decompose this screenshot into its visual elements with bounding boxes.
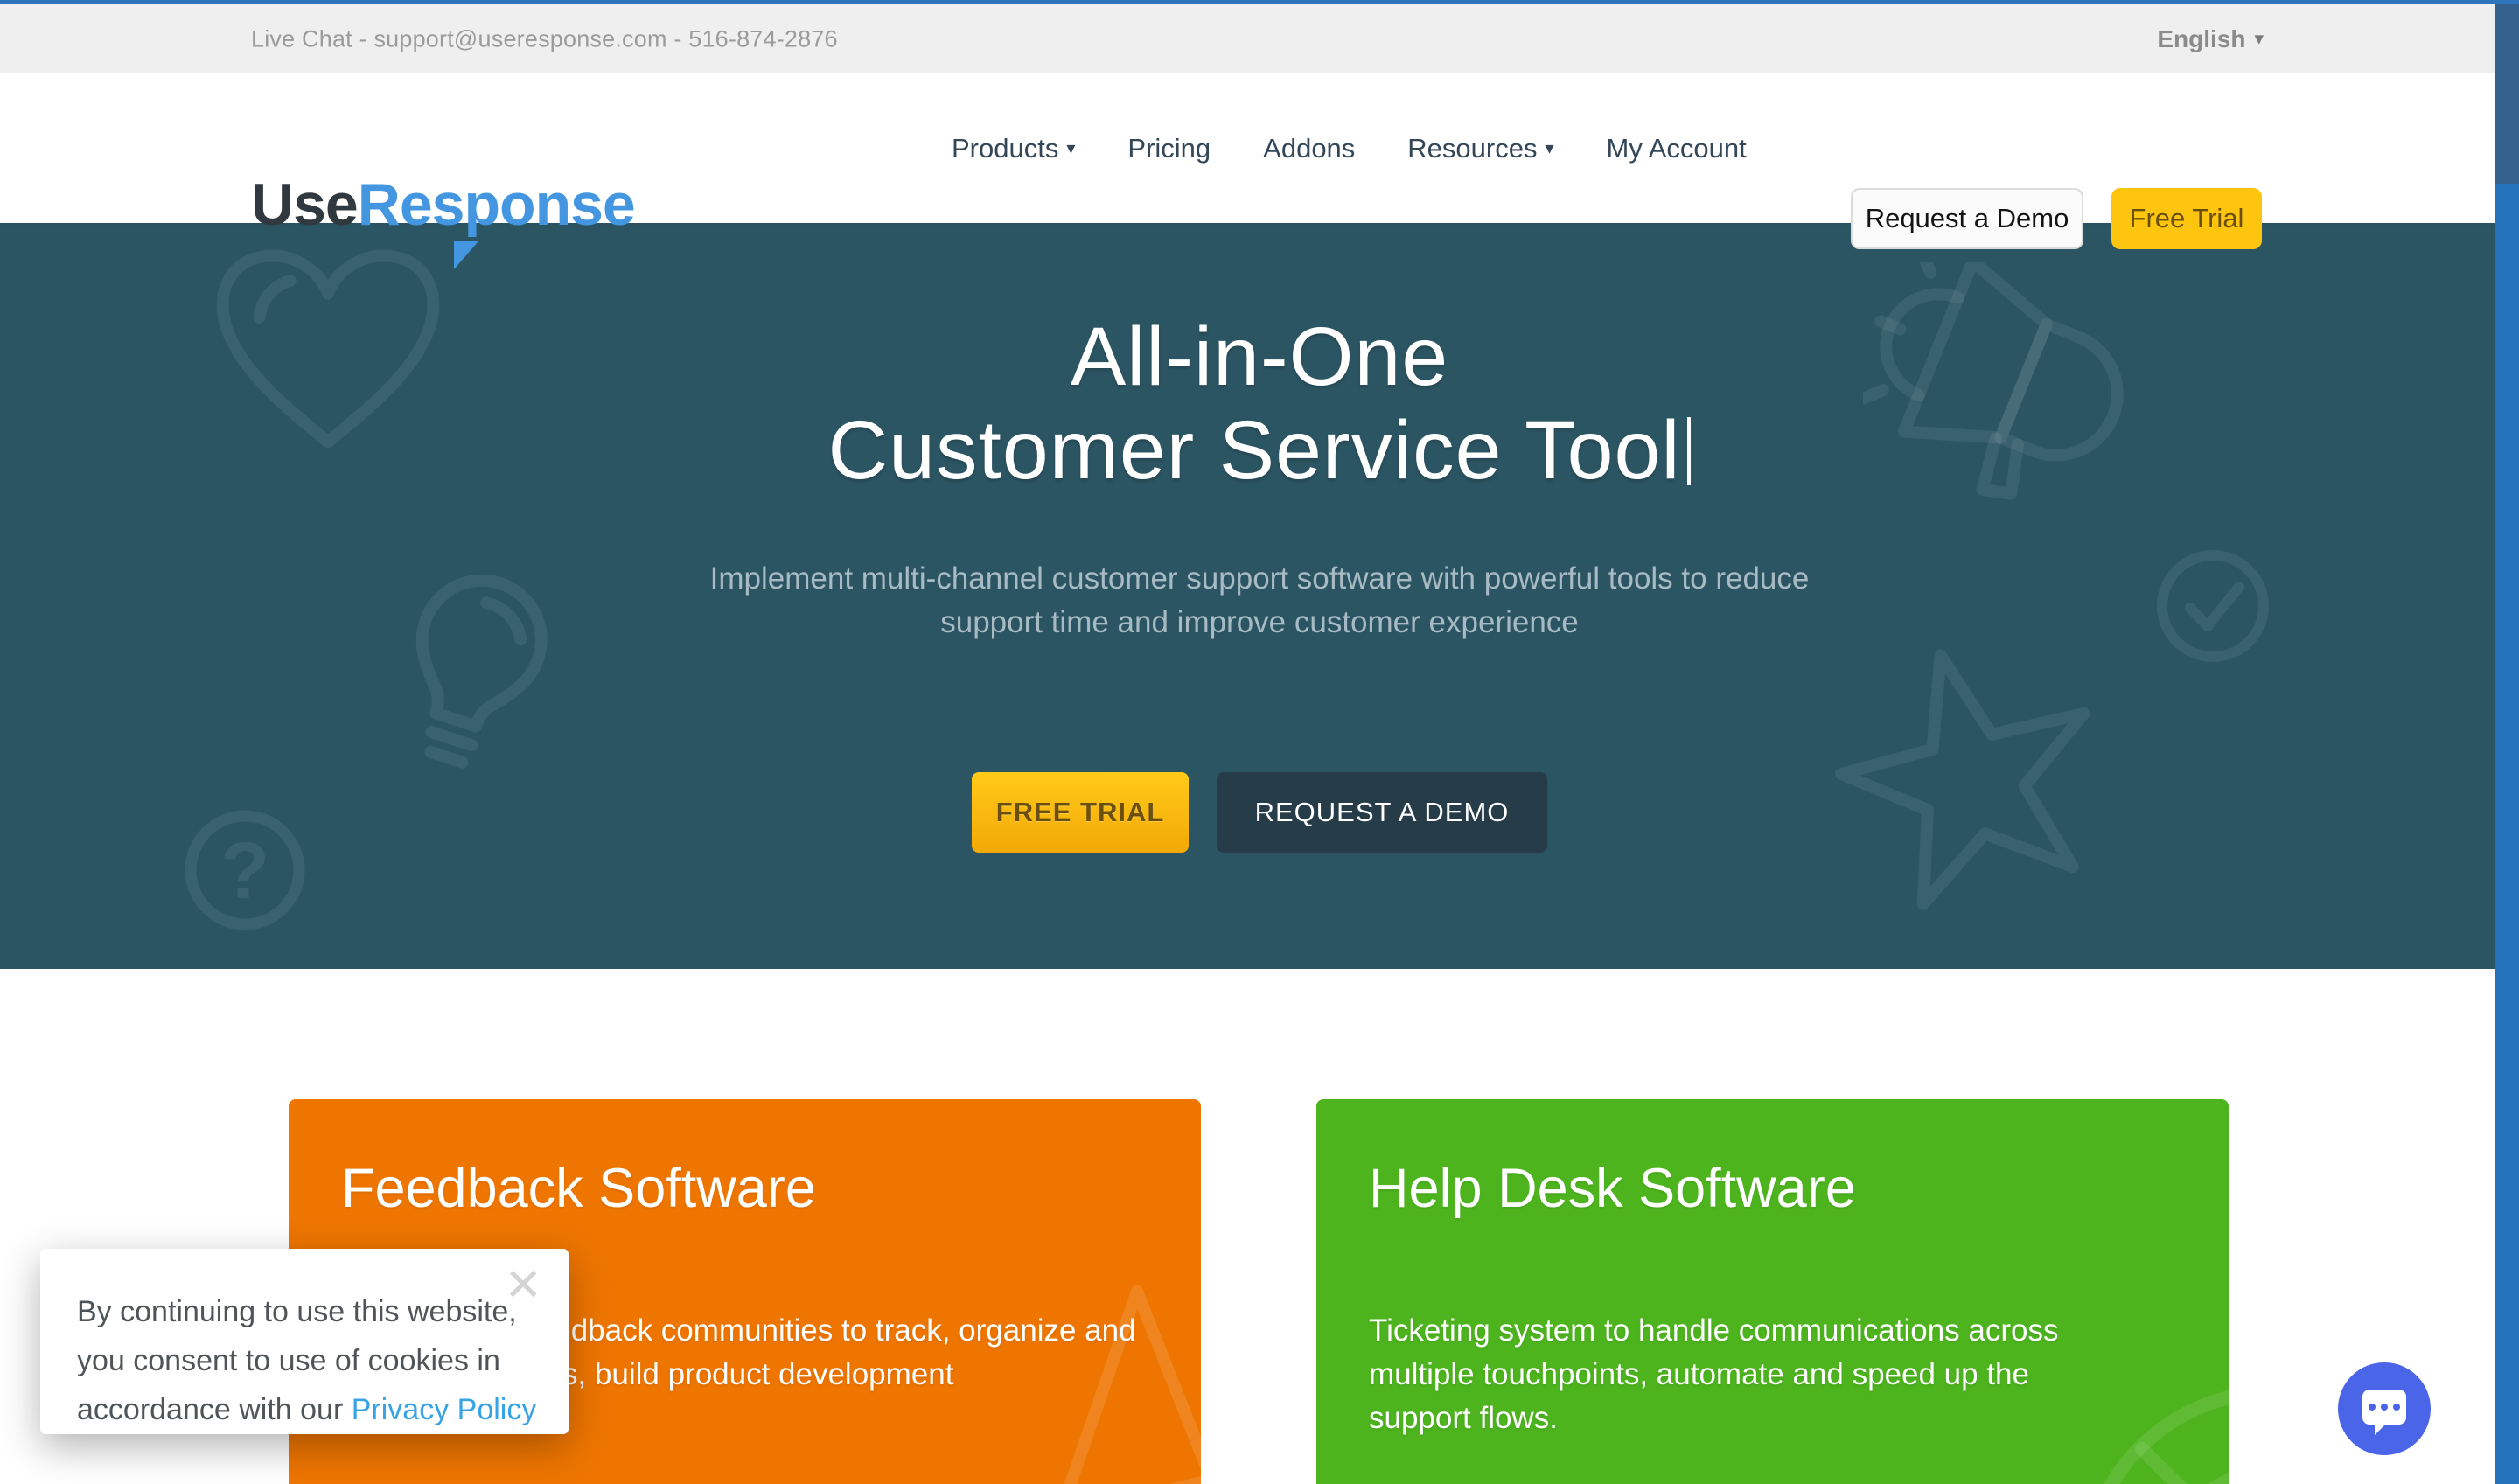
star-icon (1828, 630, 2117, 936)
logo-bubble-tail-icon (454, 241, 478, 269)
idea-decoration-icon (1006, 1283, 1201, 1484)
language-selector[interactable]: English ▾ (2157, 25, 2264, 53)
typing-cursor (1687, 417, 1691, 485)
heart-icon (197, 232, 459, 463)
hero-title-line1: All-in-One (1071, 310, 1448, 403)
nav-item-resources[interactable]: Resources ▾ (1407, 133, 1553, 164)
chat-bubble-icon (2362, 1390, 2406, 1425)
logo-response: Response (358, 171, 635, 238)
lightbulb-icon (367, 560, 577, 778)
nav-item-addons[interactable]: Addons (1263, 133, 1355, 164)
hero-cta-row: FREE TRIAL REQUEST A DEMO (0, 772, 2519, 853)
helpdesk-software-card[interactable]: Help Desk Software Ticketing system to h… (1316, 1099, 2229, 1484)
lifering-decoration-icon (2055, 1362, 2229, 1484)
live-chat-contact[interactable]: Live Chat - support@useresponse.com - 51… (251, 25, 838, 52)
topbar: Live Chat - support@useresponse.com - 51… (0, 4, 2519, 73)
check-circle-icon (2152, 545, 2274, 667)
request-demo-button[interactable]: Request a Demo (1851, 188, 2083, 249)
cookie-banner: By continuing to use this website, you c… (40, 1249, 569, 1434)
cookie-text: By continuing to use this website, you c… (77, 1287, 536, 1434)
question-mark-icon: ? (175, 800, 315, 940)
main-nav: Products ▾ Pricing Addons Resources ▾ My… (952, 73, 1747, 223)
svg-text:?: ? (220, 826, 269, 916)
hero-section: ? All-in-One Customer Service Too (0, 223, 2519, 969)
megaphone-icon (1863, 262, 2152, 533)
scrollbar[interactable] (2495, 0, 2519, 1484)
language-label: English (2157, 25, 2245, 53)
site-header: UseResponse Products ▾ Pricing Addons Re… (0, 73, 2519, 223)
chevron-down-icon: ▾ (1545, 137, 1553, 159)
chat-widget-button[interactable] (2338, 1362, 2431, 1455)
privacy-policy-link[interactable]: Privacy Policy (352, 1393, 537, 1426)
chevron-down-icon: ▾ (2254, 28, 2264, 50)
hero-title-line2: Customer Service Tool (828, 404, 1681, 497)
nav-item-pricing[interactable]: Pricing (1127, 133, 1211, 164)
free-trial-cta[interactable]: FREE TRIAL (972, 772, 1189, 853)
close-icon[interactable]: ✕ (504, 1263, 542, 1308)
request-demo-cta[interactable]: REQUEST A DEMO (1217, 772, 1547, 853)
product-cards: Feedback Software Idea banks & feedback … (289, 1099, 2229, 1484)
page: Live Chat - support@useresponse.com - 51… (0, 0, 2519, 1484)
card-title: Help Desk Software (1369, 1157, 2176, 1220)
logo[interactable]: UseResponse (251, 175, 635, 234)
nav-item-products[interactable]: Products ▾ (952, 133, 1075, 164)
card-title: Feedback Software (341, 1157, 1148, 1220)
scrollbar-thumb[interactable] (2495, 4, 2519, 184)
top-accent-line (0, 0, 2519, 4)
nav-item-my-account[interactable]: My Account (1607, 133, 1747, 164)
free-trial-button[interactable]: Free Trial (2111, 188, 2262, 249)
logo-use: Use (251, 171, 358, 238)
chevron-down-icon: ▾ (1066, 137, 1075, 159)
